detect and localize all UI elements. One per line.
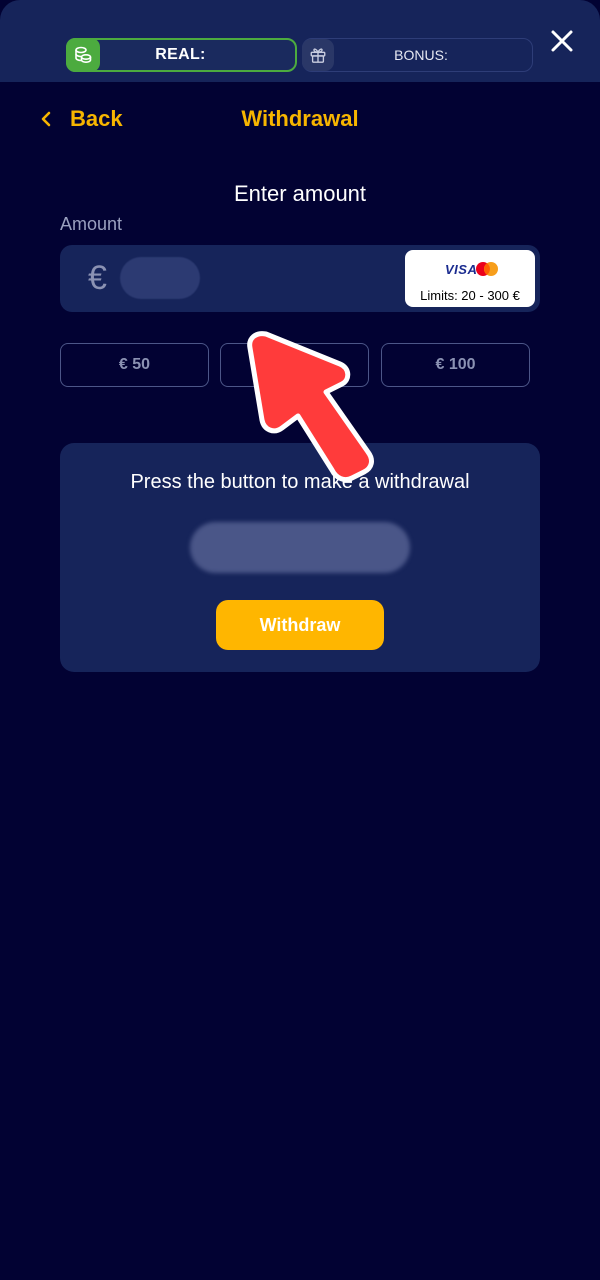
close-icon (551, 30, 573, 52)
chevron-left-icon (41, 111, 51, 127)
amount-label: Amount (60, 214, 123, 234)
quick-amount-75[interactable]: € 75 (220, 343, 369, 387)
close-button[interactable] (545, 24, 579, 58)
gift-icon (302, 39, 334, 71)
coins-icon (66, 38, 100, 72)
real-balance-label: REAL: (155, 46, 206, 63)
bonus-balance-tab[interactable]: BONUS: (302, 38, 533, 72)
quick-amount-100[interactable]: € 100 (381, 343, 530, 387)
visa-logo: VISA (445, 262, 478, 277)
withdraw-button[interactable]: Withdraw (216, 600, 384, 650)
quick-amounts: € 50 € 75 € 100 (60, 343, 540, 387)
withdrawal-screen: REAL: BONUS: Back Withdrawal Enter amoun… (0, 0, 600, 1280)
quick-amount-50[interactable]: € 50 (60, 343, 209, 387)
amount-field-container: € VISA Limits: 20 - 300 € (60, 245, 540, 312)
wallet-header: REAL: BONUS: (0, 0, 600, 82)
bonus-balance-label: BONUS: (394, 47, 448, 63)
blurred-field (190, 522, 410, 573)
amount-input[interactable] (120, 257, 200, 299)
mastercard-logo (476, 262, 498, 276)
withdraw-panel: Press the button to make a withdrawal Wi… (60, 443, 540, 672)
withdraw-instruction: Press the button to make a withdrawal (130, 471, 470, 493)
real-balance-tab[interactable]: REAL: (66, 38, 297, 72)
back-label: Back (70, 106, 123, 131)
payment-method-card[interactable]: VISA Limits: 20 - 300 € (405, 250, 535, 307)
enter-amount-heading: Enter amount (233, 181, 367, 206)
currency-symbol: € (88, 259, 107, 297)
limits-text: Limits: 20 - 300 € (420, 288, 520, 303)
back-button[interactable]: Back (40, 104, 123, 134)
